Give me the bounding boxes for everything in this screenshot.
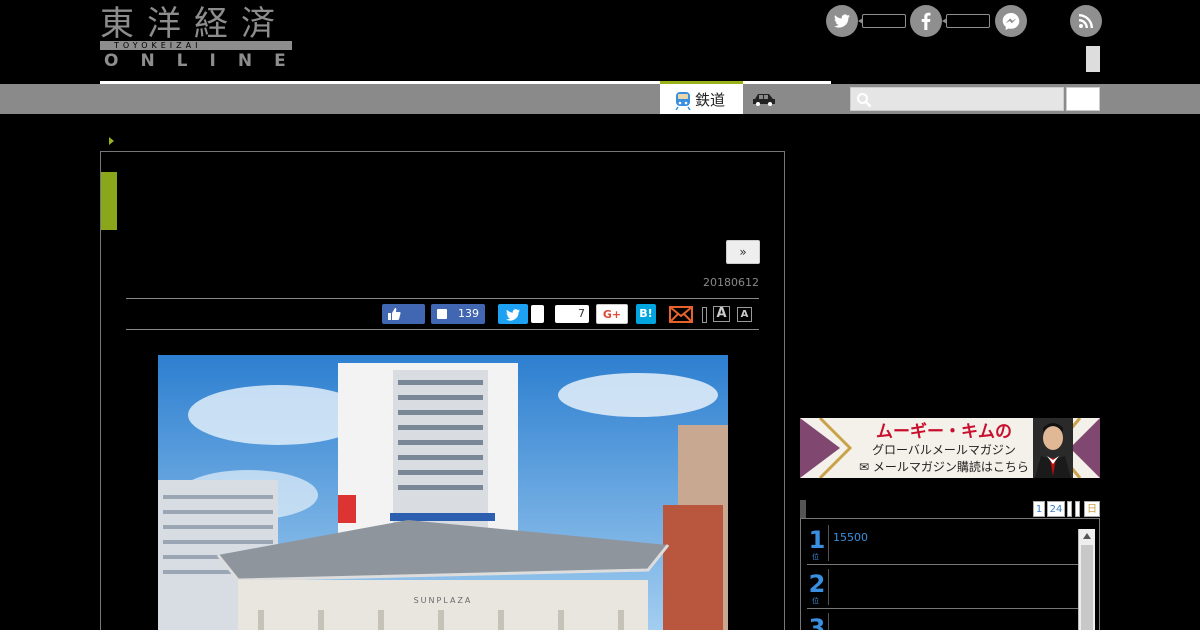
font-size-small-button[interactable]: A [737, 307, 752, 322]
hatena-bookmark-count: 7 [555, 305, 589, 323]
breadcrumb-arrow-icon [109, 137, 114, 145]
search-button[interactable] [1066, 87, 1100, 111]
ranking-item[interactable]: 1 位 15500 [807, 521, 1078, 565]
rank-title[interactable]: 15500 [833, 531, 868, 545]
nav-tab-label: 鉄道 [695, 91, 726, 109]
ranking-scrollbar[interactable] [1078, 529, 1095, 630]
sunplaza-building-image: SUNPLAZA [158, 355, 728, 630]
search-icon [857, 93, 872, 108]
author-portrait [1033, 418, 1073, 478]
train-icon [675, 92, 691, 110]
twitter-share-count [531, 305, 544, 323]
facebook-count [942, 14, 990, 28]
twitter-share-button[interactable] [498, 304, 528, 324]
header-widget-box[interactable] [1086, 46, 1100, 72]
ranking-header: 1 24 日 [800, 500, 1100, 518]
ranking-header-mark [800, 500, 806, 518]
search-input[interactable] [850, 87, 1064, 111]
rank-unit: 位 [812, 597, 819, 605]
nav-tab-railway[interactable]: 鉄道 [660, 81, 743, 114]
facebook-square-icon [437, 309, 447, 319]
rank-separator [828, 569, 829, 605]
messenger-icon[interactable] [995, 5, 1027, 37]
print-button[interactable] [702, 307, 707, 323]
twitter-count [858, 14, 906, 28]
next-page-button[interactable]: » [726, 240, 760, 264]
rank-number: 1 [808, 526, 826, 554]
rank-unit: 位 [812, 553, 819, 561]
article-photo: SUNPLAZA [158, 355, 728, 630]
rank-number: 2 [808, 570, 826, 598]
font-size-large-button[interactable]: A [713, 306, 730, 322]
hatena-bookmark-button[interactable]: B! [636, 304, 656, 324]
share-divider-bottom [126, 329, 759, 330]
logo-roman: TOYOKEIZAI [114, 41, 202, 50]
ranking-tab-b[interactable] [1075, 501, 1080, 517]
twitter-bird-icon [506, 309, 520, 321]
ranking-tab-1[interactable]: 1 [1033, 501, 1045, 517]
mail-icon[interactable] [669, 306, 693, 323]
google-plus-button[interactable]: G+ [596, 304, 628, 324]
site-logo[interactable]: 東洋経済 TOYOKEIZAI ONLINE [100, 4, 292, 70]
title-accent-bar [101, 172, 117, 230]
banner-title: ムーギー・キムの [876, 422, 1012, 442]
ranking-tab-24[interactable]: 24 [1047, 501, 1065, 517]
logo-online: ONLINE [104, 51, 308, 71]
car-icon[interactable] [752, 92, 776, 106]
ranking-item[interactable]: 2 位 [807, 565, 1078, 609]
facebook-icon[interactable] [910, 5, 942, 37]
share-divider-top [126, 298, 759, 299]
rank-number: 3 [808, 614, 826, 630]
scroll-thumb[interactable] [1081, 545, 1093, 630]
ranking-tab-a[interactable] [1067, 501, 1072, 517]
logo-kanji: 東洋経済 [100, 4, 288, 44]
facebook-share-count: 139 [458, 307, 479, 320]
building-sign-text: SUNPLAZA [414, 596, 473, 605]
rank-separator [828, 613, 829, 630]
ranking-tab-day[interactable]: 日 [1084, 501, 1100, 517]
ranking-item[interactable]: 3 位 [807, 609, 1078, 630]
thumbs-up-icon [388, 308, 401, 320]
article-container: » 20180612 139 7 G+ B! A A SUNPLAZA [100, 151, 785, 630]
rank-separator [828, 525, 829, 561]
facebook-share-button[interactable]: 139 [431, 304, 485, 324]
scroll-up-icon[interactable] [1083, 533, 1091, 539]
facebook-like-button[interactable] [382, 304, 425, 324]
twitter-icon[interactable] [826, 5, 858, 37]
banner-cta-text: メールマガジン購読はこちら [872, 460, 1029, 474]
publish-date: 20180612 [703, 276, 759, 289]
rss-icon[interactable] [1070, 5, 1102, 37]
mail-magazine-banner[interactable]: ムーギー・キムの グローバルメールマガジン ✉ メールマガジン購読はこちら [800, 418, 1100, 478]
banner-subtitle: グローバルメールマガジン [872, 443, 1016, 457]
banner-cta: ✉ メールマガジン購読はこちら [859, 460, 1029, 474]
ranking-list: 1 位 15500 2 位 3 位 [800, 518, 1100, 630]
